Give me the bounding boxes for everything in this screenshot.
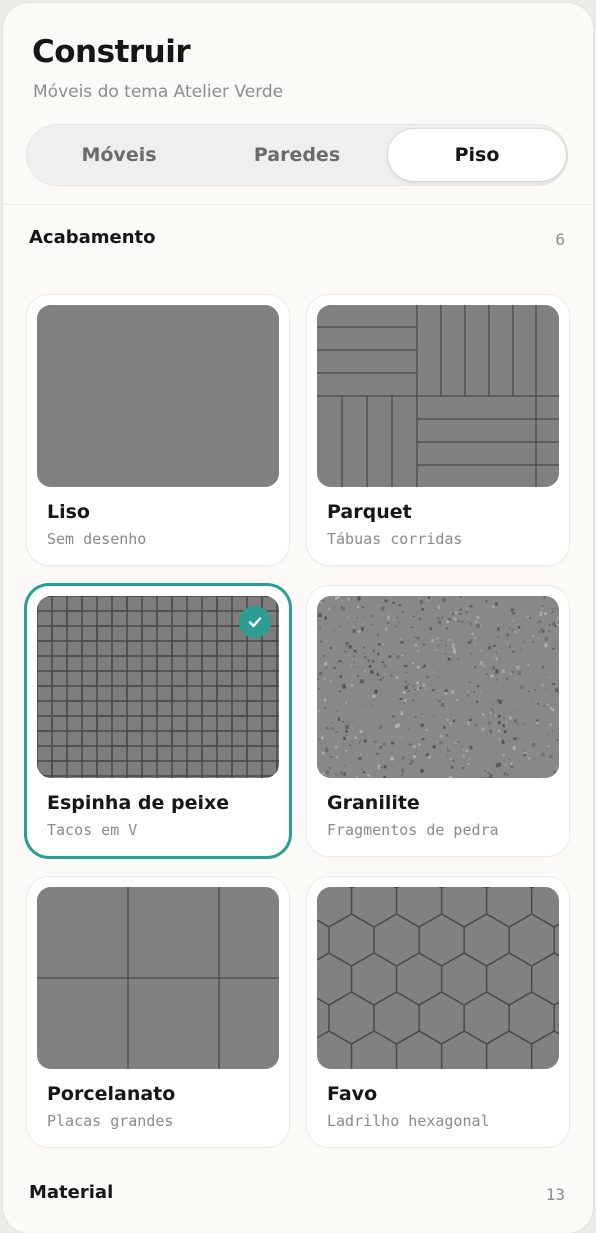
- tab-paredes[interactable]: Paredes: [208, 129, 386, 181]
- section-title-finish: Acabamento: [29, 227, 156, 248]
- finish-name: Porcelanato: [47, 1081, 175, 1107]
- finish-swatch-hexagon: [317, 887, 559, 1069]
- finish-swatch-large-tiles: [37, 887, 279, 1069]
- category-tabs: Móveis Paredes Piso: [26, 124, 568, 186]
- finish-card-favo[interactable]: Favo Ladrilho hexagonal: [307, 877, 569, 1147]
- finish-swatch-plain: [37, 305, 279, 487]
- finish-name: Favo: [327, 1081, 377, 1107]
- tab-piso[interactable]: Piso: [388, 129, 566, 181]
- finish-name: Espinha de peixe: [47, 790, 229, 816]
- section-count-material: 13: [546, 1185, 565, 1204]
- finish-card-granilite[interactable]: Granilite Fragmentos de pedra: [307, 586, 569, 856]
- finish-description: Ladrilho hexagonal: [327, 1111, 490, 1131]
- check-icon: [239, 606, 271, 638]
- header-divider: [3, 204, 593, 205]
- finish-card-liso[interactable]: Liso Sem desenho: [27, 295, 289, 565]
- finish-description: Placas grandes: [47, 1111, 173, 1131]
- finish-card-espinha[interactable]: Espinha de peixe Tacos em V: [27, 586, 289, 856]
- finish-name: Parquet: [327, 499, 412, 525]
- tab-moveis[interactable]: Móveis: [30, 129, 208, 181]
- finish-swatch-parquet: [317, 305, 559, 487]
- finish-swatch-terrazzo: [317, 596, 559, 778]
- page-title: Construir: [32, 33, 190, 71]
- finish-name: Liso: [47, 499, 90, 525]
- build-panel: Construir Móveis do tema Atelier Verde M…: [3, 3, 593, 1233]
- finish-description: Sem desenho: [47, 529, 146, 549]
- section-count-finish: 6: [555, 230, 565, 249]
- finish-description: Tacos em V: [47, 820, 137, 840]
- finish-description: Tábuas corridas: [327, 529, 462, 549]
- page-subtitle: Móveis do tema Atelier Verde: [33, 81, 283, 103]
- finish-card-parquet[interactable]: Parquet Tábuas corridas: [307, 295, 569, 565]
- finish-name: Granilite: [327, 790, 420, 816]
- finish-description: Fragmentos de pedra: [327, 820, 499, 840]
- finish-card-porcelanato[interactable]: Porcelanato Placas grandes: [27, 877, 289, 1147]
